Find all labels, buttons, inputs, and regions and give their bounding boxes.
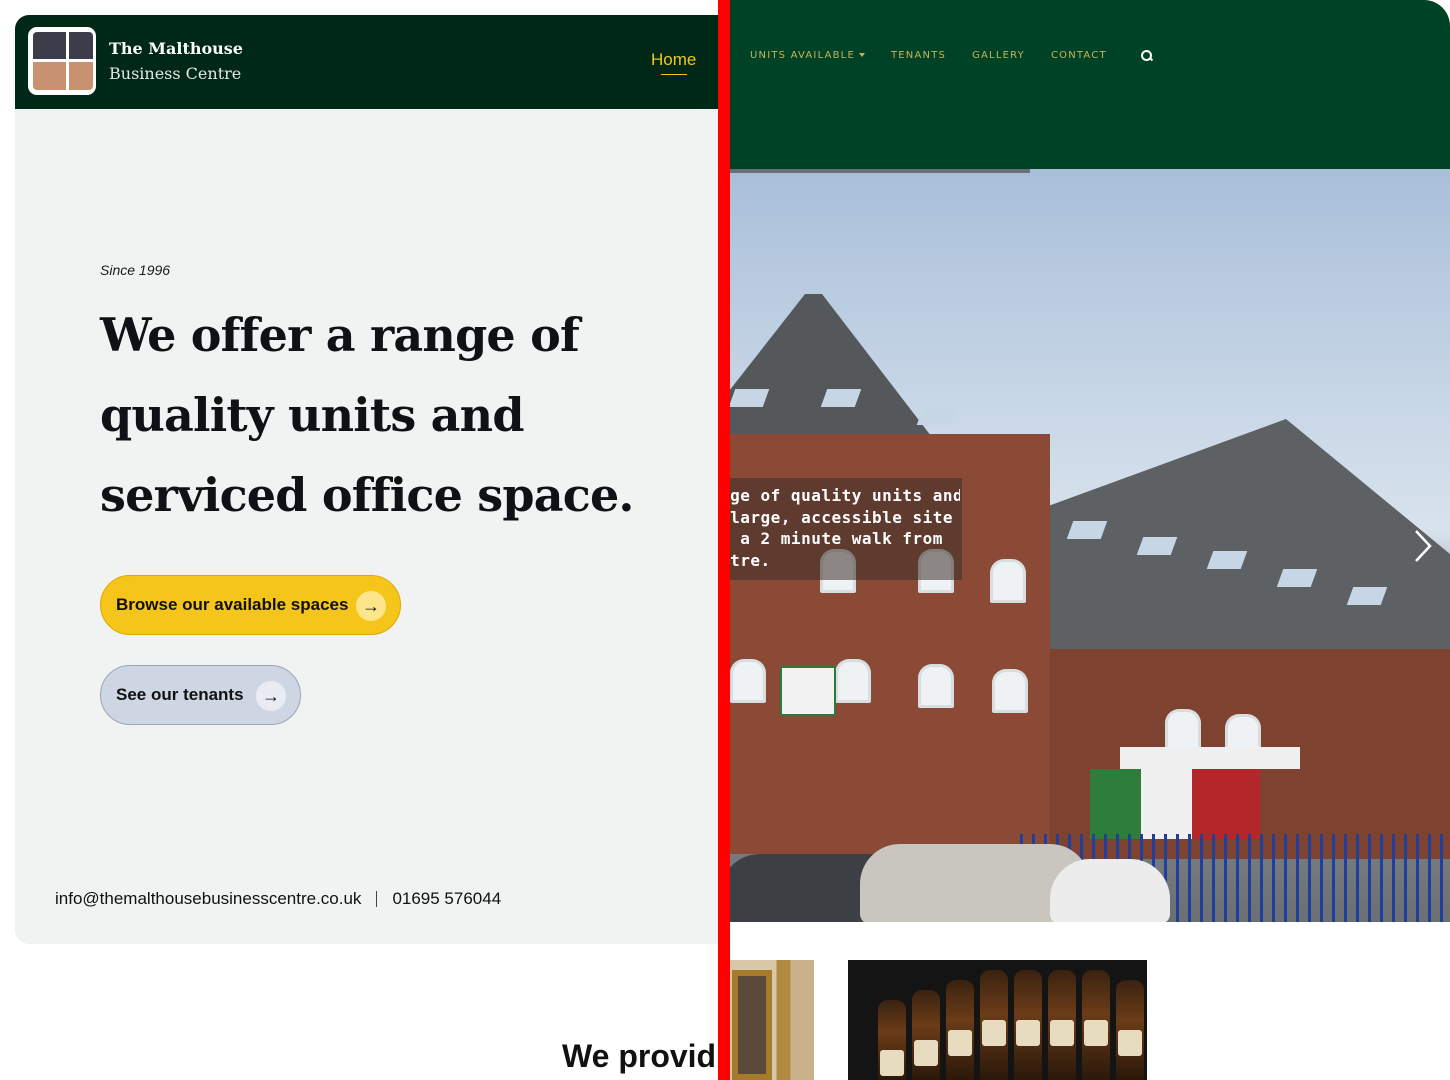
- new-site-header: The Malthouse Business Centre Home: [15, 15, 720, 109]
- browse-spaces-button[interactable]: Browse our available spaces →: [100, 575, 401, 635]
- email-link[interactable]: info@themalthousebusinesscentre.co.uk: [55, 889, 361, 909]
- nav-item-contact[interactable]: CONTACT: [1051, 50, 1107, 61]
- hero-caption: nge of quality units and large, accessib…: [720, 486, 960, 570]
- shop-sign: [1120, 747, 1300, 769]
- comparison-divider[interactable]: [718, 0, 730, 1080]
- gallery-thumbnail[interactable]: [720, 960, 814, 1080]
- see-tenants-button[interactable]: See our tenants →: [100, 665, 301, 725]
- browse-spaces-label: Browse our available spaces: [116, 595, 349, 614]
- hero-top-strip: [720, 169, 1030, 173]
- shopfront: [1090, 769, 1260, 839]
- new-site-panel: The Malthouse Business Centre Home Since…: [15, 15, 720, 944]
- chevron-right-icon[interactable]: [1414, 529, 1432, 563]
- picture-frame: [732, 970, 772, 1080]
- hero-eyebrow: Since 1996: [100, 262, 171, 278]
- gallery-thumbnail[interactable]: [848, 960, 1147, 1080]
- see-tenants-label: See our tenants: [116, 685, 244, 704]
- active-nav-underline: [661, 74, 687, 75]
- bottle: [1082, 970, 1110, 1080]
- building-window: [730, 659, 766, 703]
- search-icon[interactable]: [1140, 50, 1152, 61]
- hero-headline: We offer a range of quality units and se…: [100, 308, 634, 522]
- skylight: [1066, 521, 1108, 539]
- skylight: [1346, 587, 1388, 605]
- brand-name[interactable]: The Malthouse: [109, 39, 243, 58]
- bottle: [878, 1000, 906, 1080]
- nav-item-gallery[interactable]: GALLERY: [972, 50, 1025, 61]
- parked-car: [1050, 859, 1170, 922]
- bottle: [1014, 970, 1042, 1080]
- nav-item-tenants[interactable]: TENANTS: [891, 50, 946, 61]
- skylight: [1206, 551, 1248, 569]
- contact-row: info@themalthousebusinesscentre.co.uk 01…: [55, 889, 501, 909]
- bottle: [1116, 980, 1144, 1080]
- skylight: [916, 407, 958, 425]
- old-site-panel: S UNITS AVAILABLE TENANTS GALLERY CONTAC…: [720, 0, 1450, 1080]
- skylight: [1276, 569, 1318, 587]
- brand-tagline[interactable]: Business Centre: [109, 64, 241, 83]
- section-heading: We provid: [562, 1038, 717, 1074]
- logo-icon[interactable]: [28, 27, 96, 95]
- building-window: [918, 664, 954, 708]
- nav-units-label: UNITS AVAILABLE: [750, 50, 855, 61]
- bottle: [946, 980, 974, 1080]
- nav-item-units-available[interactable]: UNITS AVAILABLE: [750, 50, 865, 61]
- building-window: [992, 669, 1028, 713]
- hero-carousel-image: nge of quality units and large, accessib…: [720, 169, 1450, 922]
- phone-link[interactable]: 01695 576044: [392, 889, 501, 909]
- bottle: [1048, 970, 1076, 1080]
- nav-item-home[interactable]: Home: [651, 50, 696, 70]
- bottle: [980, 970, 1008, 1080]
- skylight: [1136, 537, 1178, 555]
- building-window: [990, 559, 1026, 603]
- building-window: [835, 659, 871, 703]
- old-site-nav: S UNITS AVAILABLE TENANTS GALLERY CONTAC…: [720, 50, 1152, 61]
- arrow-right-icon: →: [356, 591, 386, 621]
- skylight: [728, 389, 770, 407]
- caret-down-icon: [858, 53, 865, 57]
- direction-sign: [780, 666, 836, 716]
- arrow-right-icon: →: [256, 681, 286, 711]
- skylight: [820, 389, 862, 407]
- bottle: [912, 990, 940, 1080]
- contact-separator: [376, 891, 378, 907]
- old-site-header: S UNITS AVAILABLE TENANTS GALLERY CONTAC…: [720, 0, 1450, 169]
